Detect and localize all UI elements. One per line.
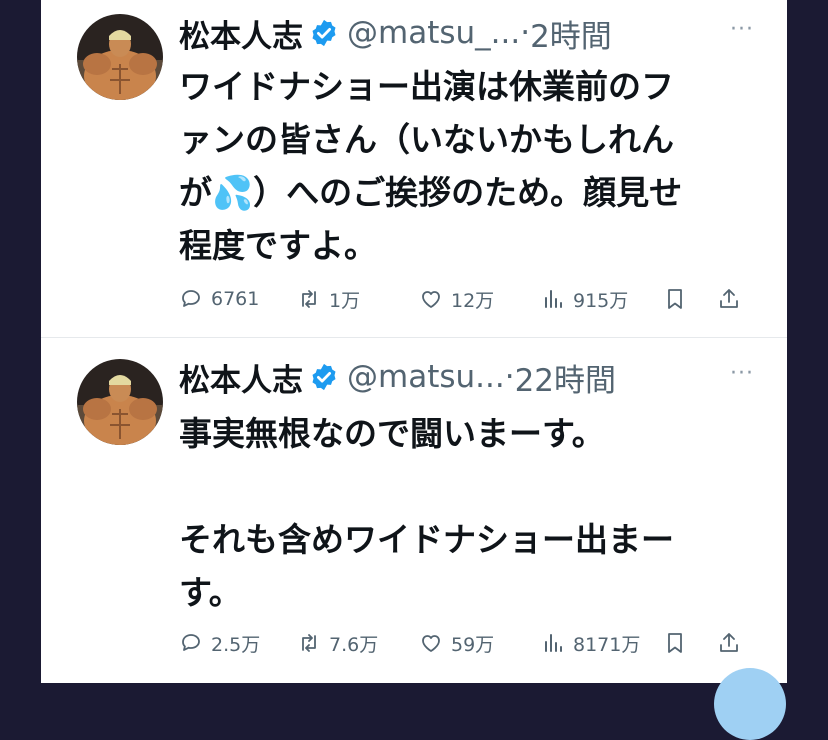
views-button[interactable]: 8171万 <box>541 626 640 660</box>
retweet-icon <box>302 290 316 308</box>
more-options-icon[interactable]: ··· <box>730 361 754 386</box>
bookmark-button[interactable] <box>663 626 687 660</box>
avatar[interactable] <box>77 14 163 100</box>
reply-count: 2.5万 <box>211 633 261 656</box>
verified-badge-icon <box>309 18 339 48</box>
separator-dot: · <box>504 359 515 395</box>
tweet-text: ワイドナショー出演は休業前のフ ァンの皆さん（いないかもしれん が💦）へのご挨拶… <box>179 67 683 265</box>
share-button[interactable] <box>717 282 741 316</box>
views-button[interactable]: 915万 <box>541 282 628 316</box>
handle[interactable]: @matsu_... <box>347 15 520 51</box>
tweet-actions: 6761 1万 12万 915万 <box>179 282 754 316</box>
compose-fab-button[interactable] <box>714 668 786 740</box>
views-count: 8171万 <box>573 633 641 656</box>
reply-button[interactable]: 6761 <box>179 282 259 316</box>
verified-badge-icon <box>309 362 339 392</box>
retweet-count: 1万 <box>329 289 361 312</box>
views-icon <box>545 290 562 308</box>
reply-count: 6761 <box>211 288 260 310</box>
display-name[interactable]: 松本人志 <box>179 355 303 400</box>
views-icon <box>545 634 562 652</box>
tweet-header: 松本人志 @matsu... · 22時間 ··· <box>179 355 754 399</box>
tweet-text: 事実無根なので闘いまーす。 それも含めワイドナショー出まー す。 <box>179 414 674 612</box>
tweet[interactable]: 松本人志 @matsu_... · 2時間 ··· ワイドナショー出演は休業前の… <box>41 0 787 338</box>
reply-icon <box>182 634 200 651</box>
tweet[interactable]: 松本人志 @matsu... · 22時間 ··· 事実無根なので闘いまーす。 … <box>41 339 787 683</box>
reply-button[interactable]: 2.5万 <box>179 626 260 660</box>
views-count: 915万 <box>573 289 629 312</box>
like-button[interactable]: 12万 <box>419 282 494 316</box>
handle[interactable]: @matsu... <box>347 359 505 395</box>
tweet-header: 松本人志 @matsu_... · 2時間 ··· <box>179 11 754 55</box>
timestamp[interactable]: 22時間 <box>515 355 616 400</box>
more-options-icon[interactable]: ··· <box>730 17 754 42</box>
like-count: 12万 <box>451 289 495 312</box>
bookmark-icon <box>668 289 682 309</box>
share-icon <box>720 289 738 308</box>
like-count: 59万 <box>451 633 495 656</box>
heart-icon <box>422 291 440 308</box>
tweet-actions: 2.5万 7.6万 59万 8171万 <box>179 626 754 660</box>
heart-icon <box>422 635 440 652</box>
bookmark-icon <box>668 633 682 653</box>
tweet-divider <box>41 337 787 338</box>
retweet-button[interactable]: 7.6万 <box>297 626 378 660</box>
retweet-count: 7.6万 <box>329 633 379 656</box>
retweet-button[interactable]: 1万 <box>297 282 360 316</box>
separator-dot: · <box>520 15 531 51</box>
retweet-icon <box>302 634 316 652</box>
bookmark-button[interactable] <box>663 282 687 316</box>
timestamp[interactable]: 2時間 <box>530 11 612 56</box>
avatar[interactable] <box>77 359 163 445</box>
share-icon <box>720 633 738 652</box>
like-button[interactable]: 59万 <box>419 626 494 660</box>
reply-icon <box>182 290 200 307</box>
display-name[interactable]: 松本人志 <box>179 11 303 56</box>
share-button[interactable] <box>717 626 741 660</box>
timeline-panel: 松本人志 @matsu_... · 2時間 ··· ワイドナショー出演は休業前の… <box>41 0 787 740</box>
